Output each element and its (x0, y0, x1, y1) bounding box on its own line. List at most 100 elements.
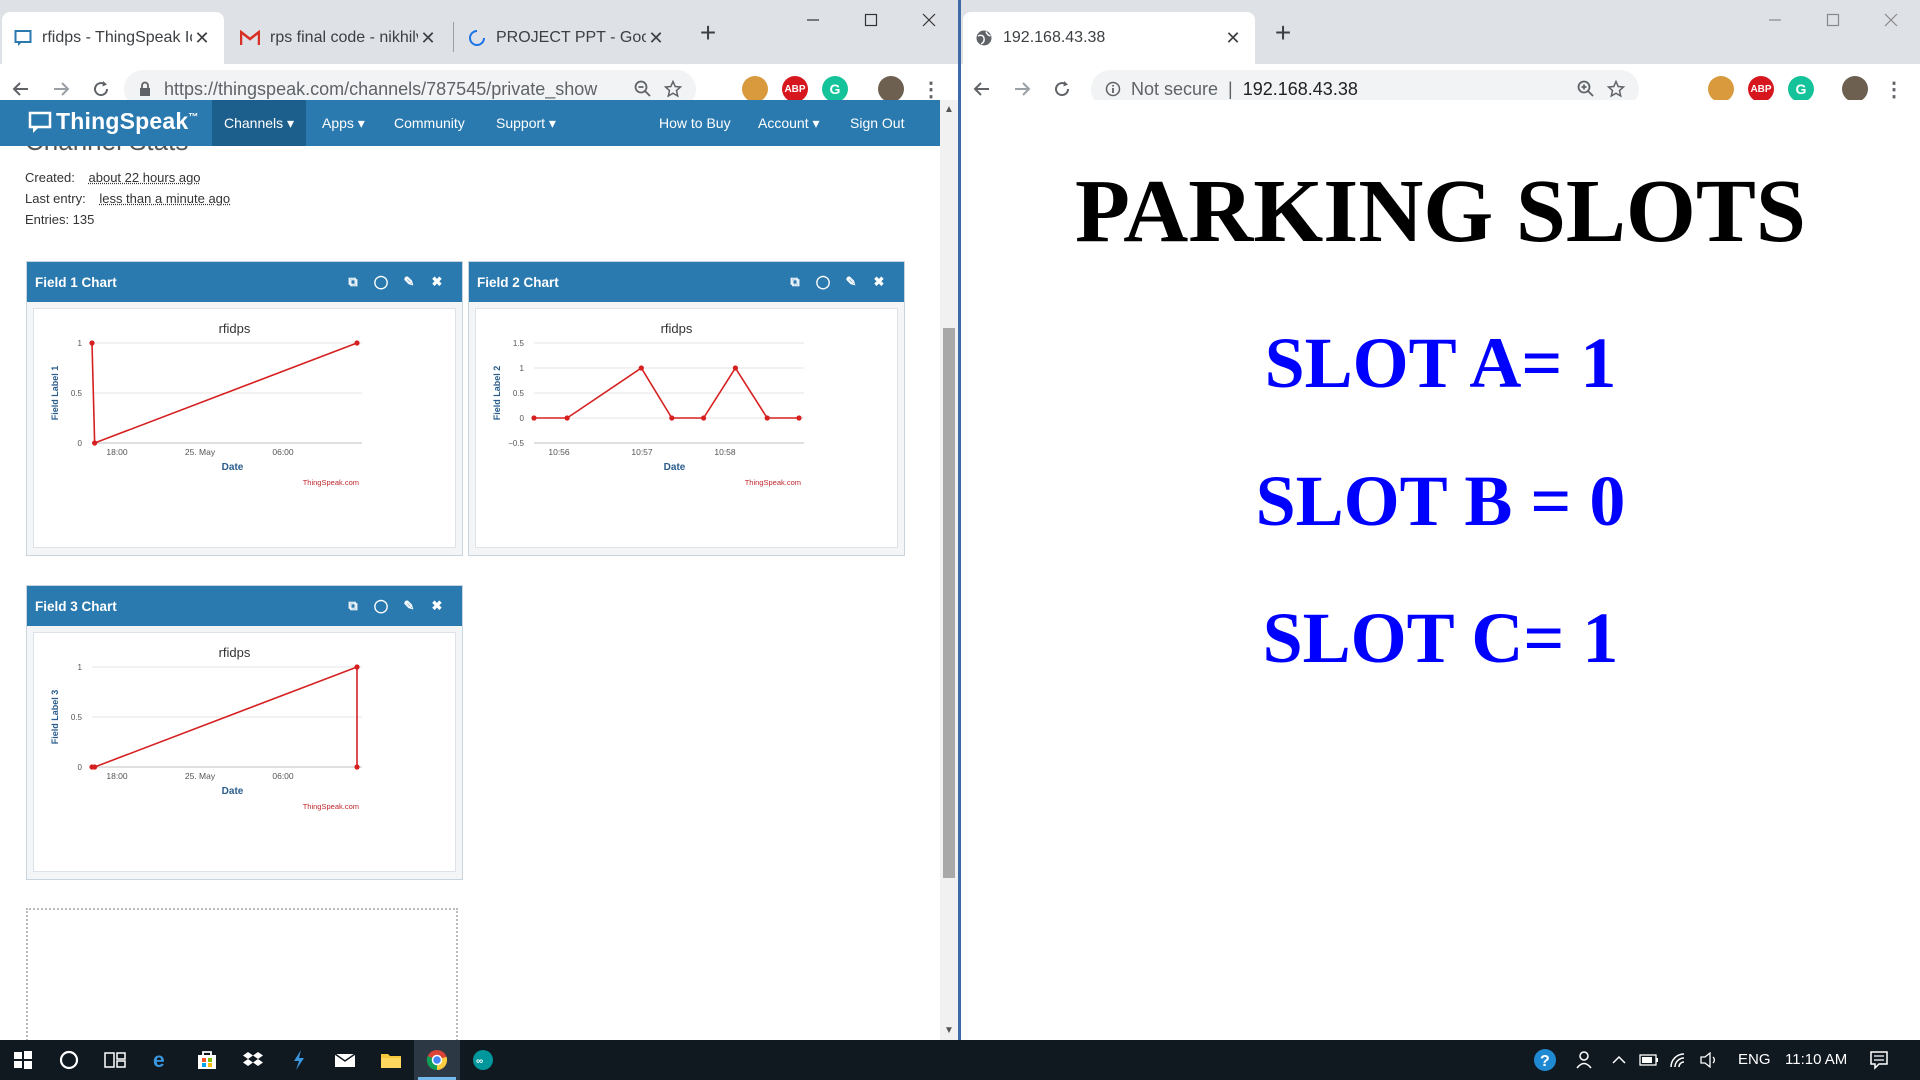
new-tab-button[interactable]: + (688, 14, 728, 54)
task-view-icon[interactable] (92, 1040, 138, 1080)
y-axis-label: Field Label 2 (492, 366, 502, 421)
trademark-mark: ™ (188, 112, 199, 123)
x-axis-label: Date (664, 462, 686, 473)
zoom-icon[interactable] (1577, 80, 1595, 98)
nav-channels[interactable]: Channels ▾ (212, 100, 307, 146)
y-tick-label: 0.5 (71, 389, 83, 398)
maximize-button[interactable] (842, 0, 900, 40)
loading-spinner-icon (468, 29, 486, 47)
y-tick-label: 0.5 (71, 713, 83, 722)
slot-c-status: SLOT C= 1 (1262, 598, 1619, 678)
close-icon[interactable]: ✖ (870, 273, 888, 291)
thingspeak-logo[interactable]: ThingSpeak ™ (28, 108, 199, 135)
tab-gmail[interactable]: rps final code - nikhilv ✕ (228, 12, 450, 64)
tab-thingspeak[interactable]: rfidps - ThingSpeak Io ✕ (2, 12, 224, 64)
wifi-icon[interactable] (1664, 1040, 1694, 1080)
panel-title: Field 2 Chart (477, 274, 559, 290)
grammarly-extension-icon[interactable]: G (822, 76, 848, 102)
store-icon[interactable] (184, 1040, 230, 1080)
logo-text: ThingSpeak (56, 108, 189, 134)
file-explorer-icon[interactable] (368, 1040, 414, 1080)
volume-icon[interactable] (1694, 1040, 1724, 1080)
minimize-button[interactable] (1746, 0, 1804, 40)
nav-sign-out[interactable]: Sign Out (850, 100, 904, 146)
action-center-icon[interactable] (1856, 1040, 1902, 1080)
maximize-button[interactable] (1804, 0, 1862, 40)
y-tick-label: 0 (520, 414, 525, 423)
close-tab-icon[interactable]: ✕ (646, 28, 666, 49)
open-external-icon[interactable]: ⧉ (344, 597, 362, 615)
nav-account[interactable]: Account ▾ (758, 100, 820, 146)
bolt-app-icon[interactable] (276, 1040, 322, 1080)
nav-support[interactable]: Support ▾ (496, 100, 556, 146)
mail-icon[interactable] (322, 1040, 368, 1080)
chrome-icon[interactable] (414, 1040, 460, 1080)
profile-avatar-icon[interactable] (1842, 76, 1868, 102)
tab-local-server[interactable]: 192.168.43.38 ✕ (963, 12, 1255, 64)
dropbox-icon[interactable] (230, 1040, 276, 1080)
nav-how-to-buy[interactable]: How to Buy (659, 100, 731, 146)
window-controls (1746, 0, 1920, 40)
tab-title: 192.168.43.38 (1003, 29, 1106, 46)
chart-area: rfidps −0.5 0 0.5 1 1.5 10:56 10:57 10:58 Date Fie… (475, 308, 898, 548)
comment-icon[interactable]: ◯ (372, 273, 390, 291)
new-tab-button[interactable]: + (1263, 14, 1303, 54)
comment-icon[interactable]: ◯ (814, 273, 832, 291)
close-window-button[interactable] (900, 0, 958, 40)
y-tick-label: 0.5 (513, 389, 525, 398)
chart-title: rfidps (219, 645, 251, 660)
scrollbar-thumb[interactable] (943, 328, 955, 878)
open-external-icon[interactable]: ⧉ (344, 273, 362, 291)
close-tab-icon[interactable]: ✕ (192, 28, 212, 49)
tray-expand-chevron-icon[interactable] (1604, 1040, 1634, 1080)
scroll-down-arrow-icon[interactable]: ▼ (944, 1025, 954, 1036)
tab-separator (453, 22, 454, 52)
help-icon[interactable]: ? (1522, 1040, 1568, 1080)
menu-dots-icon[interactable]: ⋮ (1881, 76, 1907, 102)
input-language[interactable]: ENG (1738, 1040, 1771, 1080)
bookmark-star-icon[interactable] (1607, 80, 1625, 98)
start-button-icon[interactable] (0, 1040, 46, 1080)
tab-strip: 192.168.43.38 ✕ + (961, 0, 1920, 64)
data-point (92, 764, 98, 770)
adblock-extension-icon[interactable]: ABP (782, 76, 808, 102)
windows-taskbar: e ∞ ? ENG 11:10 AM (0, 1040, 1920, 1080)
close-window-button[interactable] (1862, 0, 1920, 40)
edit-pencil-icon[interactable]: ✎ (842, 273, 860, 291)
profile-avatar-icon[interactable] (878, 76, 904, 102)
minimize-button[interactable] (784, 0, 842, 40)
close-tab-icon[interactable]: ✕ (1223, 28, 1243, 49)
adblock-extension-icon[interactable]: ABP (1748, 76, 1774, 102)
edge-browser-icon[interactable]: e (138, 1040, 184, 1080)
y-tick-label: 0 (78, 439, 83, 448)
edit-pencil-icon[interactable]: ✎ (400, 273, 418, 291)
close-icon[interactable]: ✖ (428, 597, 446, 615)
nav-apps[interactable]: Apps ▾ (322, 100, 365, 146)
cortana-search-icon[interactable] (46, 1040, 92, 1080)
bookmark-star-icon[interactable] (664, 80, 682, 98)
scroll-up-arrow-icon[interactable]: ▲ (944, 104, 954, 115)
last-entry-label: Last entry: (25, 191, 86, 206)
comment-icon[interactable]: ◯ (372, 597, 390, 615)
close-icon[interactable]: ✖ (428, 273, 446, 291)
tab-google-slides[interactable]: PROJECT PPT - Googl ✕ (456, 12, 678, 64)
open-external-icon[interactable]: ⧉ (786, 273, 804, 291)
nav-community[interactable]: Community (394, 100, 465, 146)
arduino-icon[interactable]: ∞ (460, 1040, 506, 1080)
battery-icon[interactable] (1634, 1040, 1664, 1080)
browser-window-parking: 192.168.43.38 ✕ + Not secure | 192.168.4… (961, 0, 1920, 1040)
info-icon[interactable] (1105, 81, 1121, 97)
edit-pencil-icon[interactable]: ✎ (400, 597, 418, 615)
chart-credit: ThingSpeak.com (745, 478, 801, 487)
cookie-extension-icon[interactable] (1708, 76, 1734, 102)
cookie-extension-icon[interactable] (742, 76, 768, 102)
data-point (354, 340, 360, 346)
page-scrollbar[interactable]: ▲ ▼ (940, 100, 958, 1040)
menu-dots-icon[interactable]: ⋮ (918, 76, 944, 102)
clock-time[interactable]: 11:10 AM (1785, 1040, 1847, 1080)
grammarly-extension-icon[interactable]: G (1788, 76, 1814, 102)
zoom-icon[interactable] (634, 80, 652, 98)
close-tab-icon[interactable]: ✕ (418, 28, 438, 49)
tab-title: PROJECT PPT - Googl (496, 29, 646, 46)
data-point (701, 415, 707, 421)
